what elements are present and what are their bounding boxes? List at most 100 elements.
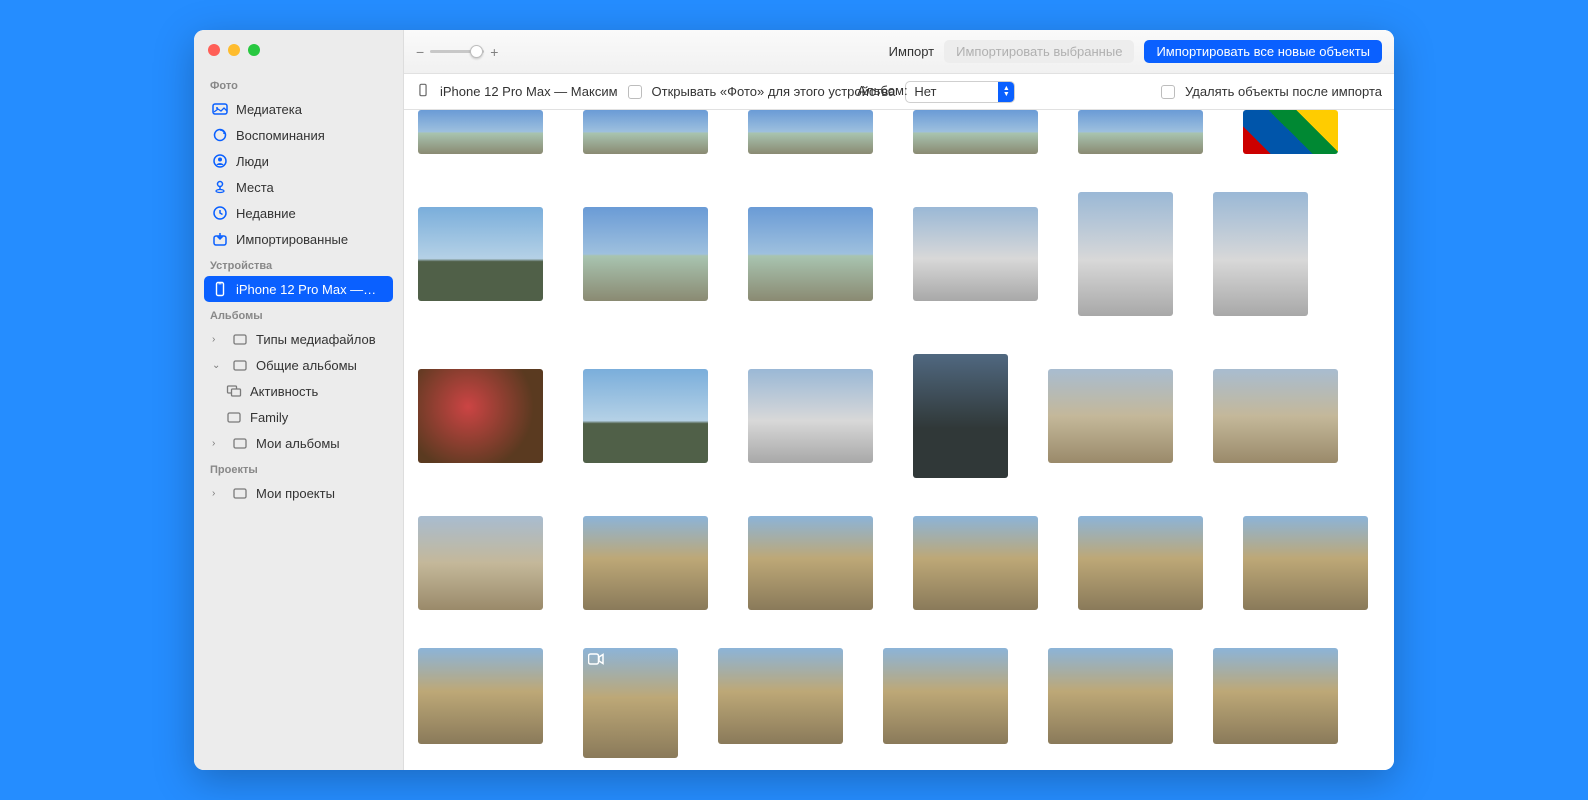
minimize-window-button[interactable] (228, 44, 240, 56)
imported-icon (212, 231, 228, 247)
photo-thumb[interactable] (1078, 516, 1203, 610)
sidebar-item-label: Люди (236, 154, 269, 169)
toolbar: − + Импорт Импортировать выбранные Импор… (404, 30, 1394, 74)
photo-thumb[interactable] (583, 369, 708, 463)
chevron-right-icon[interactable]: › (212, 488, 222, 499)
sidebar-item-activity[interactable]: Активность (204, 378, 393, 404)
zoom-thumb[interactable] (470, 45, 483, 58)
sidebar-item-label: Места (236, 180, 274, 195)
photo-thumb[interactable] (1048, 648, 1173, 744)
zoom-window-button[interactable] (248, 44, 260, 56)
grid-row (418, 354, 1380, 478)
photo-thumb[interactable] (1243, 516, 1368, 610)
album-icon (226, 409, 242, 425)
sidebar-item-people[interactable]: Люди (204, 148, 393, 174)
photo-thumb[interactable] (913, 110, 1038, 154)
photo-thumb[interactable] (1078, 110, 1203, 154)
photo-thumb[interactable] (883, 648, 1008, 744)
photo-grid (404, 110, 1394, 770)
delete-after-checkbox[interactable] (1161, 85, 1175, 99)
sidebar-item-label: Family (250, 410, 288, 425)
sidebar-item-shared-albums[interactable]: ⌄ Общие альбомы (204, 352, 393, 378)
sidebar-item-media-types[interactable]: › Типы медиафайлов (204, 326, 393, 352)
sidebar-item-device[interactable]: iPhone 12 Pro Max —… (204, 276, 393, 302)
sidebar-item-label: Импортированные (236, 232, 348, 247)
grid-row (418, 516, 1380, 610)
zoom-slider[interactable]: − + (416, 44, 498, 60)
album-select[interactable]: Нет ▲▼ (905, 81, 1015, 103)
import-selected-button[interactable]: Импортировать выбранные (944, 40, 1134, 63)
sidebar-item-family[interactable]: Family (204, 404, 393, 430)
zoom-in-icon[interactable]: + (490, 44, 498, 60)
photo-thumb[interactable] (913, 207, 1038, 301)
sidebar-item-label: Типы медиафайлов (256, 332, 376, 347)
photo-thumb[interactable] (1213, 369, 1338, 463)
photo-thumb[interactable] (1213, 192, 1308, 316)
memories-icon (212, 127, 228, 143)
photo-thumb[interactable] (418, 369, 543, 463)
sidebar-item-library[interactable]: Медиатека (204, 96, 393, 122)
zoom-out-icon[interactable]: − (416, 44, 424, 60)
sidebar-item-label: Мои проекты (256, 486, 335, 501)
zoom-track[interactable] (430, 50, 484, 53)
device-name: iPhone 12 Pro Max — Максим (440, 84, 618, 99)
photo-thumb[interactable] (718, 648, 843, 744)
clock-icon (212, 205, 228, 221)
photo-thumb[interactable] (1078, 192, 1173, 316)
sidebar-section-albums: Альбомы (204, 302, 393, 326)
sidebar-item-label: Общие альбомы (256, 358, 357, 373)
places-icon (212, 179, 228, 195)
album-label: Альбом: (857, 83, 907, 98)
sidebar-item-memories[interactable]: Воспоминания (204, 122, 393, 148)
close-window-button[interactable] (208, 44, 220, 56)
photo-thumb[interactable] (583, 516, 708, 610)
activity-icon (226, 383, 242, 399)
open-photos-checkbox[interactable] (628, 85, 642, 99)
sidebar-item-label: Недавние (236, 206, 296, 221)
album-selected-value: Нет (914, 84, 936, 99)
video-thumb[interactable] (583, 648, 678, 758)
folder-icon (232, 485, 248, 501)
sidebar-item-places[interactable]: Места (204, 174, 393, 200)
photo-thumb[interactable] (748, 207, 873, 301)
sidebar-content: Фото Медиатека Воспоминания Люди (194, 66, 403, 516)
photos-app-window: Фото Медиатека Воспоминания Люди (194, 30, 1394, 770)
sidebar-item-label: Активность (250, 384, 318, 399)
chevron-down-icon[interactable]: ⌄ (212, 360, 222, 371)
grid-row (418, 110, 1380, 154)
photo-thumb[interactable] (418, 207, 543, 301)
sidebar: Фото Медиатека Воспоминания Люди (194, 30, 404, 770)
select-chevrons-icon: ▲▼ (998, 82, 1014, 102)
photo-thumb[interactable] (583, 110, 708, 154)
photo-thumb[interactable] (913, 516, 1038, 610)
photo-thumb[interactable] (418, 110, 543, 154)
sidebar-item-my-projects[interactable]: › Мои проекты (204, 480, 393, 506)
chevron-right-icon[interactable]: › (212, 438, 222, 449)
grid-row (418, 648, 1380, 758)
photo-thumb[interactable] (748, 369, 873, 463)
main-content: − + Импорт Импортировать выбранные Импор… (404, 30, 1394, 770)
phone-icon (212, 281, 228, 297)
delete-after-label: Удалять объекты после импорта (1185, 84, 1382, 99)
folder-icon (232, 331, 248, 347)
sidebar-item-recent[interactable]: Недавние (204, 200, 393, 226)
photo-thumb[interactable] (1048, 369, 1173, 463)
photo-thumb[interactable] (1243, 110, 1338, 154)
sidebar-section-photo: Фото (204, 72, 393, 96)
sidebar-item-imported[interactable]: Импортированные (204, 226, 393, 252)
sidebar-item-label: iPhone 12 Pro Max —… (236, 282, 376, 297)
chevron-right-icon[interactable]: › (212, 334, 222, 345)
sidebar-item-label: Медиатека (236, 102, 302, 117)
photo-thumb[interactable] (418, 516, 543, 610)
import-all-new-button[interactable]: Импортировать все новые объекты (1144, 40, 1382, 63)
photo-thumb[interactable] (1213, 648, 1338, 744)
folder-icon (232, 435, 248, 451)
sidebar-item-label: Мои альбомы (256, 436, 340, 451)
photo-thumb[interactable] (583, 207, 708, 301)
photo-thumb[interactable] (418, 648, 543, 744)
photo-thumb[interactable] (748, 110, 873, 154)
photo-thumb[interactable] (748, 516, 873, 610)
grid-row (418, 192, 1380, 316)
sidebar-item-my-albums[interactable]: › Мои альбомы (204, 430, 393, 456)
photo-thumb[interactable] (913, 354, 1008, 478)
